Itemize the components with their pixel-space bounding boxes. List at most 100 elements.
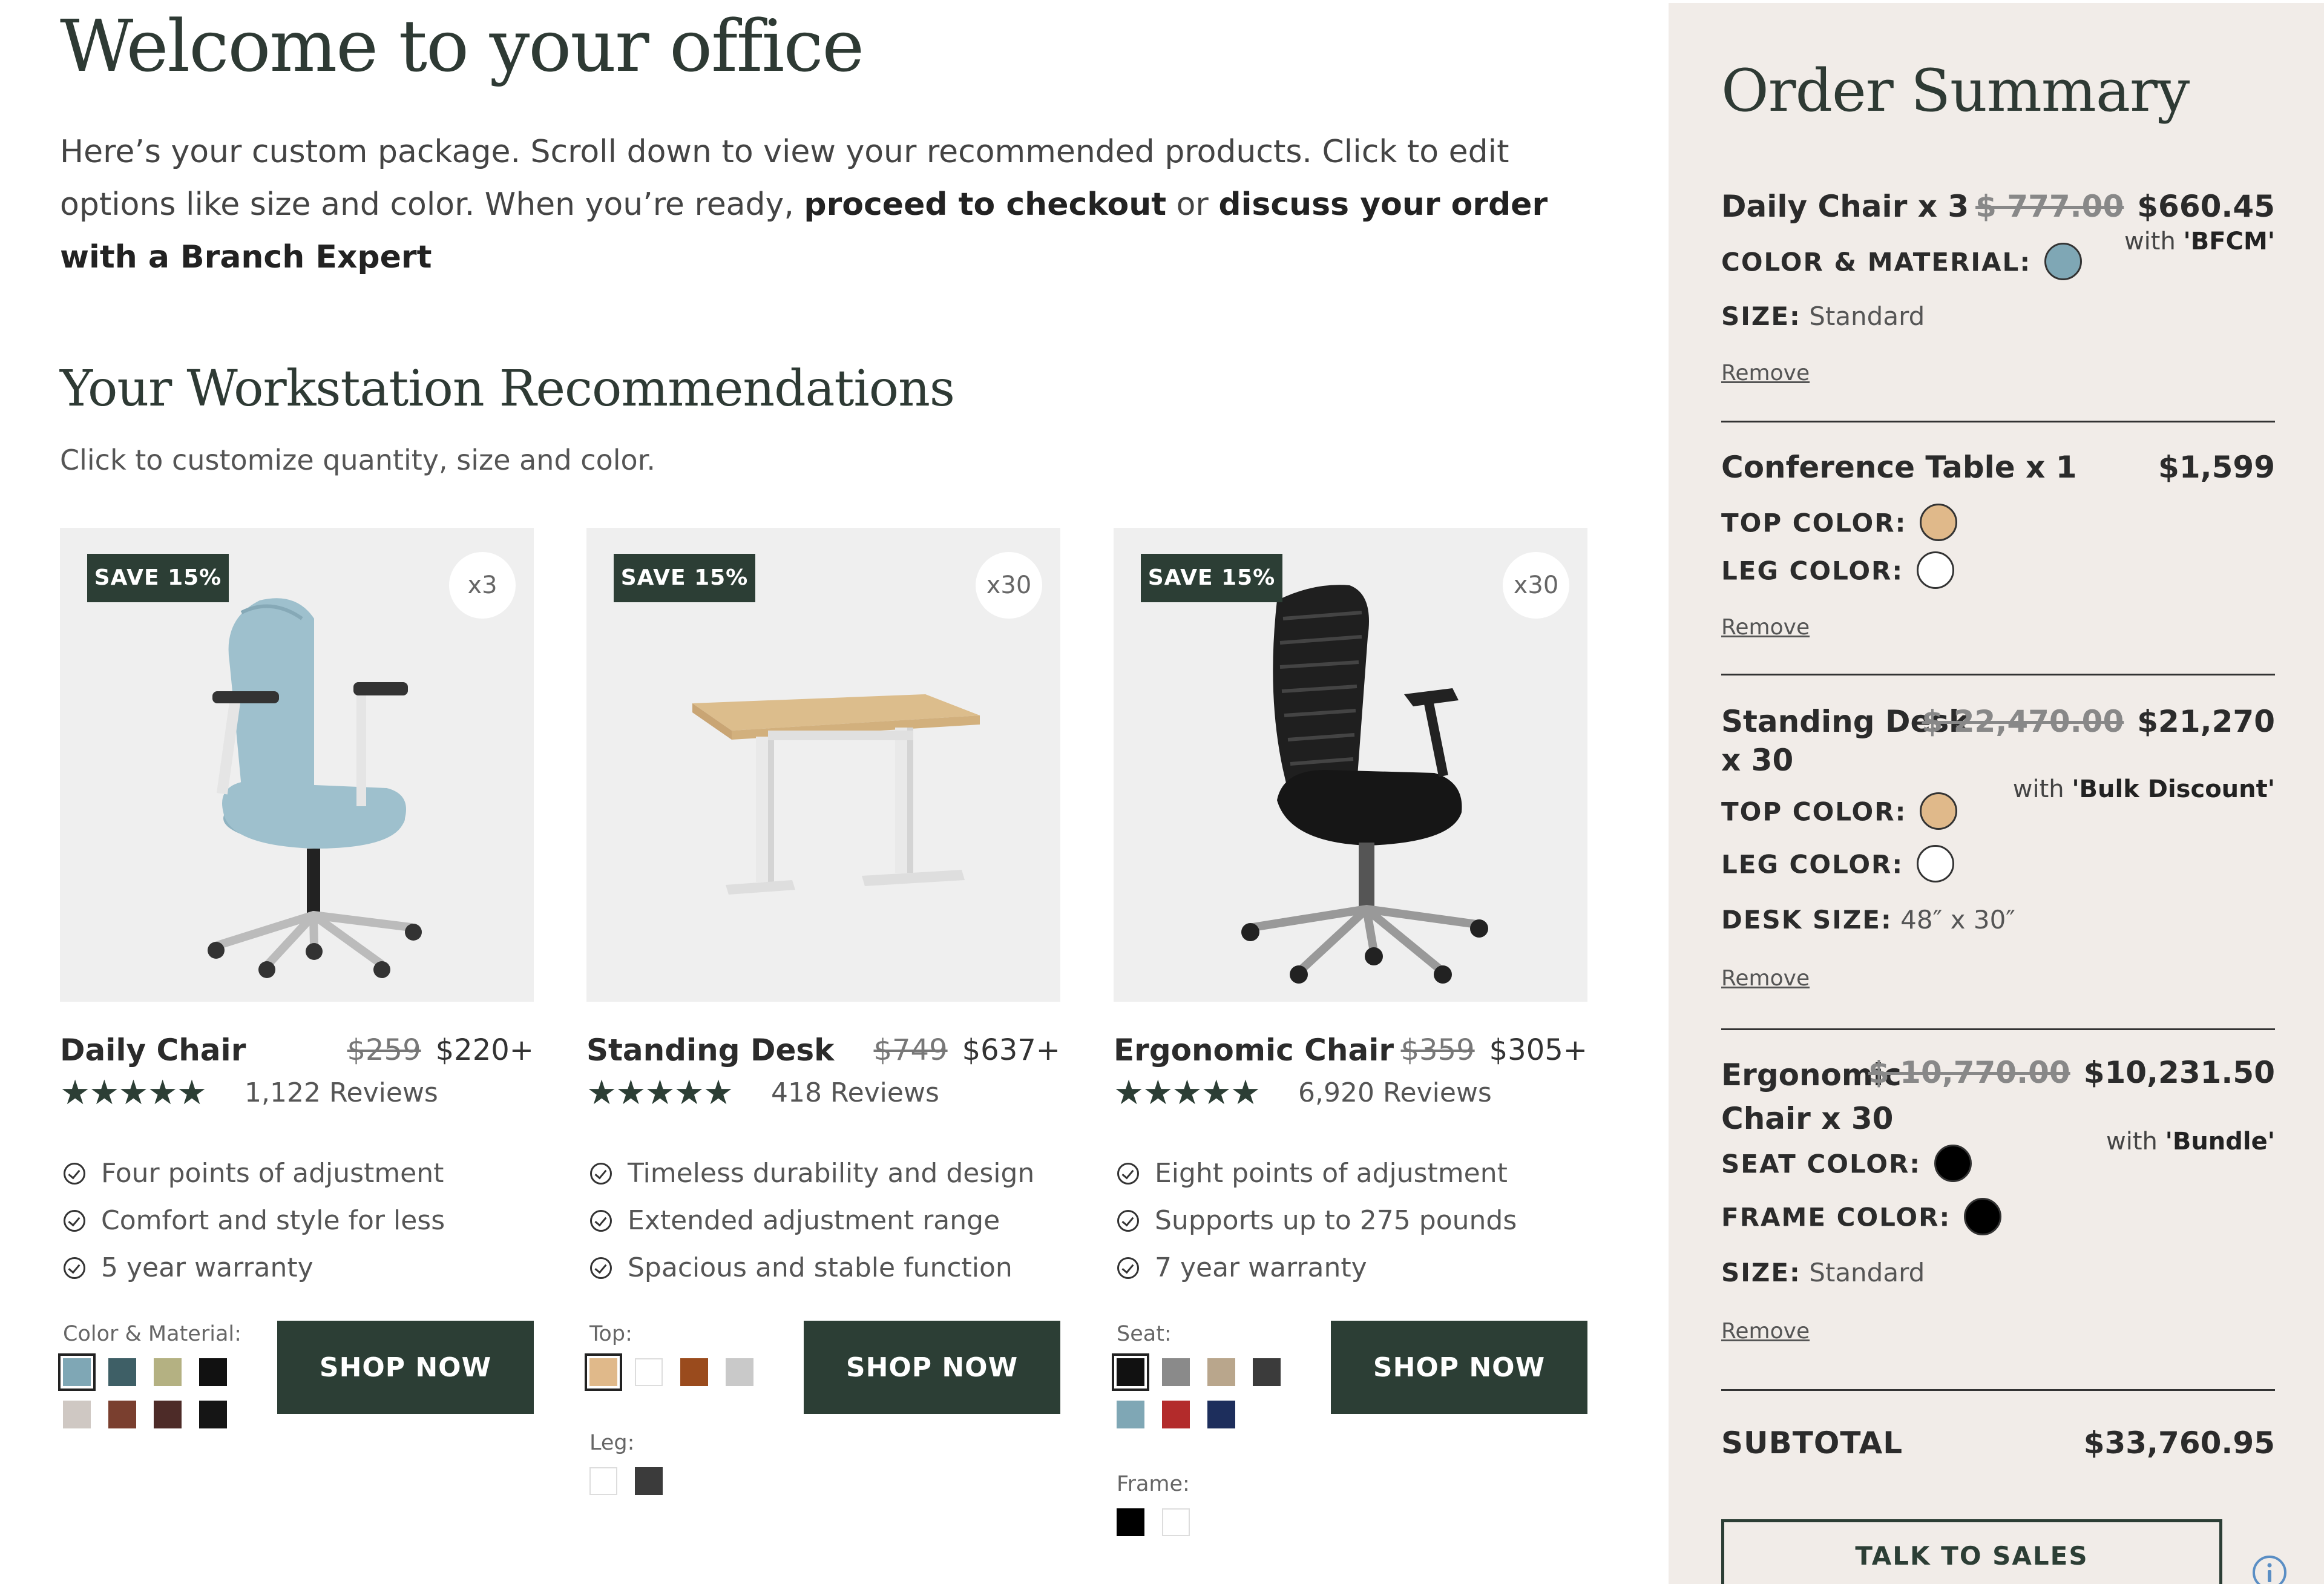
color-swatch[interactable]: [585, 1353, 622, 1391]
shop-now-button[interactable]: SHOP NOW: [1331, 1321, 1587, 1414]
color-swatch[interactable]: [154, 1401, 182, 1428]
order-item-standing-desk: Standing Desk x 30 $ 22,470.00 $21,270 wi…: [1721, 702, 2275, 1005]
color-swatch[interactable]: [1117, 1401, 1144, 1428]
remove-link[interactable]: Remove: [1721, 360, 1810, 387]
option-label: Seat:: [1117, 1322, 1172, 1346]
product-price: $749 $637+: [873, 1030, 1060, 1070]
color-swatch-dot: [1917, 845, 1955, 882]
color-swatch[interactable]: [589, 1467, 617, 1495]
color-swatch[interactable]: [199, 1401, 227, 1428]
shop-now-button[interactable]: SHOP NOW: [804, 1321, 1060, 1414]
order-item-attr: LEG COLOR:: [1721, 845, 1955, 885]
discount-code: 'Bundle': [2165, 1128, 2275, 1155]
color-swatch[interactable]: [1117, 1508, 1144, 1536]
reviews-count[interactable]: 6,920 Reviews: [1298, 1075, 1492, 1111]
product-name[interactable]: Ergonomic Chair: [1114, 1030, 1394, 1070]
feature-item: Spacious and stable function: [586, 1244, 1034, 1292]
order-item-current-price: $1,599: [2158, 450, 2275, 485]
order-item-old-price: $ 777.00: [1975, 189, 2124, 224]
color-swatch[interactable]: [1253, 1358, 1281, 1386]
feature-list: Timeless durability and design Extended …: [586, 1150, 1034, 1292]
order-item-price: $ 10,770.00 $10,231.50: [1868, 1053, 2275, 1092]
color-swatch[interactable]: [635, 1358, 663, 1386]
main-content: Welcome to your office Here’s your custo…: [58, 0, 1609, 1584]
order-item-attr: SIZE: Standard: [1721, 300, 1925, 334]
feature-text: Supports up to 275 pounds: [1155, 1205, 1517, 1236]
check-circle-icon: [64, 1210, 85, 1232]
talk-to-sales-button[interactable]: TALK TO SALES: [1721, 1519, 2222, 1584]
color-swatch[interactable]: [1162, 1358, 1190, 1386]
option-label: Frame:: [1117, 1472, 1190, 1496]
discount-code: 'BFCM': [2183, 228, 2275, 255]
save-badge: SAVE 15%: [614, 554, 755, 602]
page-title: Welcome to your office: [60, 4, 864, 88]
order-item-attr: TOP COLOR:: [1721, 504, 1958, 544]
color-swatch[interactable]: [726, 1358, 753, 1386]
discount-note-prefix: with: [2106, 1128, 2165, 1155]
quantity-badge: x3: [449, 552, 516, 619]
discount-note-prefix: with: [2012, 775, 2072, 803]
attr-key: TOP COLOR:: [1721, 508, 1907, 538]
color-swatch[interactable]: [63, 1401, 91, 1428]
remove-link[interactable]: Remove: [1721, 965, 1810, 992]
info-icon[interactable]: [2251, 1554, 2288, 1584]
color-swatch[interactable]: [635, 1467, 663, 1495]
product-image[interactable]: SAVE 15% x30: [586, 528, 1060, 1002]
option-label: Leg:: [589, 1431, 635, 1455]
product-name[interactable]: Daily Chair: [60, 1030, 246, 1070]
subtotal-label: SUBTOTAL: [1721, 1425, 1903, 1461]
save-badge: SAVE 15%: [1141, 554, 1282, 602]
product-card-daily-chair: SAVE 15% x3 Daily Chair $259 $220+ ★★★★★ …: [58, 528, 534, 1557]
product-image[interactable]: SAVE 15% x30: [1114, 528, 1587, 1002]
discount-note-prefix: with: [2124, 228, 2184, 255]
feature-text: Four points of adjustment: [101, 1158, 444, 1189]
check-circle-icon: [1117, 1163, 1139, 1185]
color-swatch[interactable]: [108, 1358, 136, 1386]
shop-now-button[interactable]: SHOP NOW: [277, 1321, 534, 1414]
attr-key: SEAT COLOR:: [1721, 1149, 1922, 1179]
stars-icon: ★★★★★: [586, 1073, 734, 1112]
remove-link[interactable]: Remove: [1721, 614, 1810, 641]
intro-paragraph: Here’s your custom package. Scroll down …: [60, 126, 1597, 284]
order-item-current-price: $660.45: [2137, 189, 2275, 224]
color-swatch[interactable]: [1207, 1401, 1235, 1428]
color-swatch[interactable]: [1112, 1353, 1149, 1391]
current-price: $220+: [435, 1033, 534, 1067]
stars-icon: ★★★★★: [60, 1073, 207, 1112]
color-swatch[interactable]: [199, 1358, 227, 1386]
order-item-attr: LEG COLOR:: [1721, 551, 1955, 591]
feature-text: Extended adjustment range: [628, 1205, 1000, 1236]
product-card-standing-desk: SAVE 15% x30 Standing Desk $749 $637+ ★★★…: [585, 528, 1060, 1557]
order-item-price: $ 777.00 $660.45: [1975, 187, 2275, 226]
product-name[interactable]: Standing Desk: [586, 1030, 834, 1070]
reviews-count[interactable]: 1,122 Reviews: [245, 1075, 438, 1111]
section-title: Your Workstation Recommendations: [60, 360, 955, 418]
product-image[interactable]: SAVE 15% x3: [60, 528, 534, 1002]
discount-note: with 'Bundle': [2106, 1126, 2275, 1157]
color-swatch[interactable]: [680, 1358, 708, 1386]
order-item-current-price: $10,231.50: [2083, 1055, 2275, 1090]
section-subtitle: Click to customize quantity, size and co…: [60, 444, 655, 476]
color-swatch[interactable]: [108, 1401, 136, 1428]
old-price: $749: [873, 1033, 948, 1067]
divider: [1721, 1028, 2275, 1030]
order-item-daily-chair: Daily Chair x 3 $ 777.00 $660.45 with 'BF…: [1721, 185, 2275, 403]
color-swatch[interactable]: [154, 1358, 182, 1386]
current-price: $637+: [962, 1033, 1060, 1067]
star-rating: ★★★★★: [60, 1073, 207, 1112]
proceed-to-checkout-link[interactable]: proceed to checkout: [804, 186, 1166, 223]
star-rating: ★★★★★: [1114, 1075, 1261, 1111]
color-swatch[interactable]: [1207, 1358, 1235, 1386]
check-circle-icon: [64, 1163, 85, 1185]
reviews-count[interactable]: 418 Reviews: [771, 1075, 939, 1111]
discount-note: with 'Bulk Discount': [2013, 774, 2275, 805]
remove-link[interactable]: Remove: [1721, 1318, 1810, 1345]
color-swatch[interactable]: [58, 1353, 96, 1391]
color-swatch[interactable]: [1162, 1508, 1190, 1536]
feature-text: Eight points of adjustment: [1155, 1158, 1508, 1189]
order-item-attr: COLOR & MATERIAL:: [1721, 243, 2083, 283]
divider: [1721, 674, 2275, 675]
color-swatch[interactable]: [1162, 1401, 1190, 1428]
order-item-price: $ 22,470.00 $21,270: [1922, 702, 2275, 741]
attr-key: SIZE:: [1721, 301, 1801, 331]
